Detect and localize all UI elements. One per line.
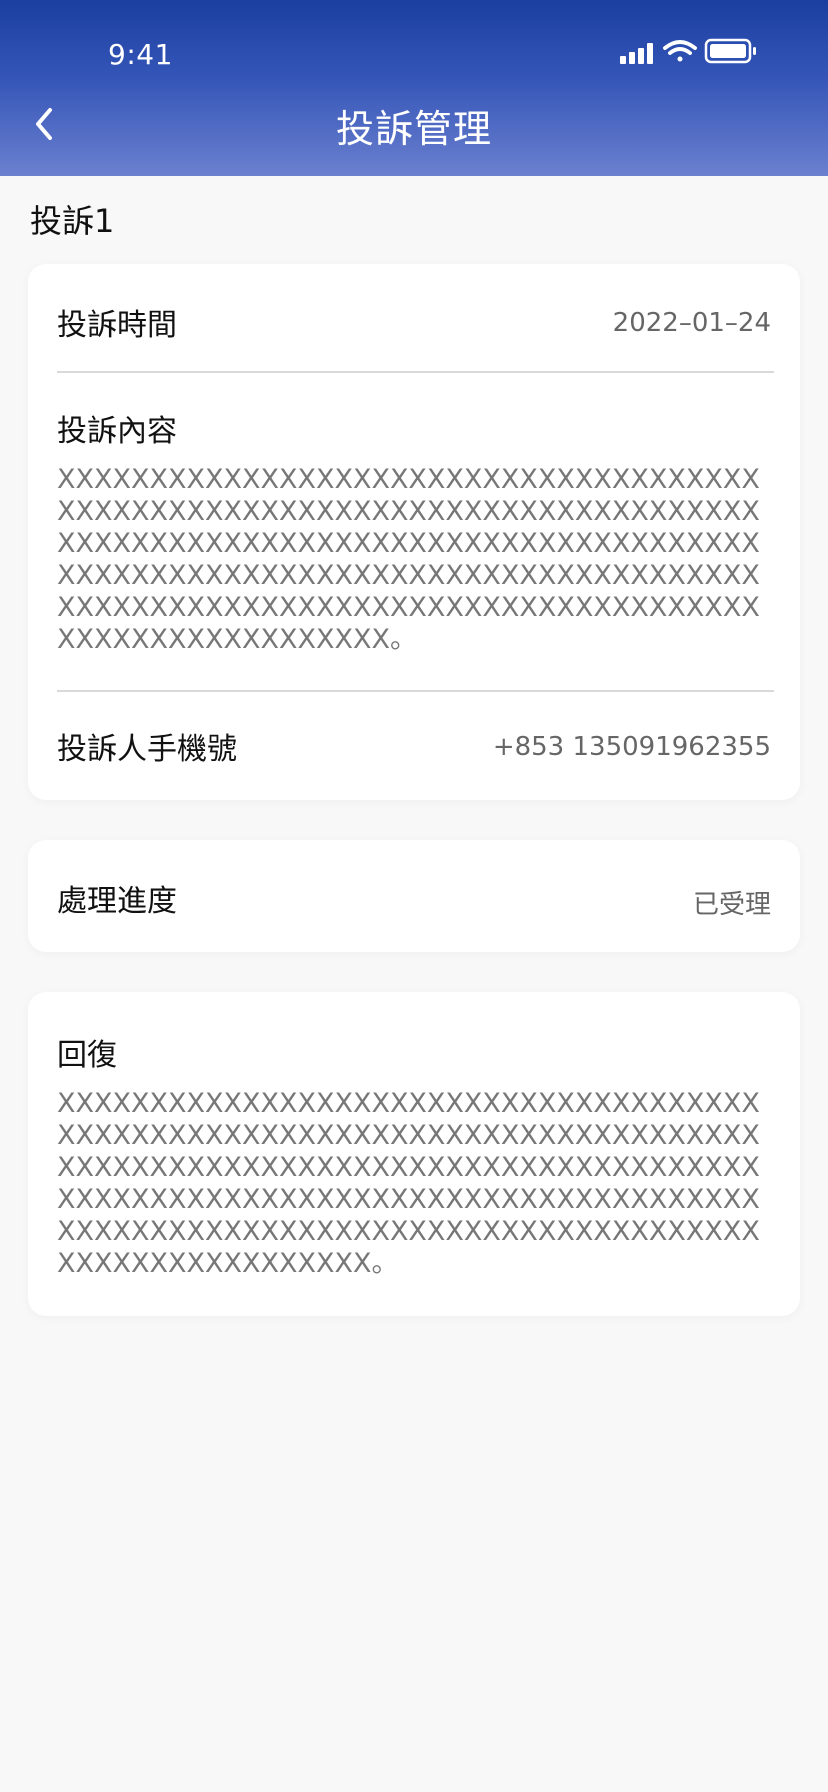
complaint-content-text: XXXXXXXXXXXXXXXXXXXXXXXXXXXXXXXXXXXXXXXX… bbox=[57, 464, 760, 655]
app-header: 9:41 投訴管理 bbox=[0, 0, 828, 176]
wifi-icon bbox=[663, 40, 697, 62]
progress-status-value: 已受理 bbox=[692, 890, 771, 920]
page-title: 投訴管理 bbox=[335, 107, 492, 151]
battery-icon bbox=[704, 38, 756, 64]
complaint-details-card: 投訴時間 2022–01–24 投訴內容 XXXXXXXXXXXXXXXXXXX… bbox=[28, 264, 800, 800]
progress-row: 處理進度 已受理 bbox=[57, 876, 771, 926]
complaint-time-value: 2022–01–24 bbox=[612, 308, 771, 338]
divider bbox=[57, 690, 774, 692]
status-icons bbox=[620, 38, 756, 64]
complaint-phone-row: 投訴人手機號 +853 135091962355 bbox=[57, 724, 771, 780]
complaint-phone-label: 投訴人手機號 bbox=[57, 732, 237, 767]
reply-card: 回復 XXXXXXXXXXXXXXXXXXXXXXXXXXXXXXXXXXXXX… bbox=[28, 992, 800, 1316]
reply-label: 回復 bbox=[57, 1038, 117, 1073]
processing-progress-card: 處理進度 已受理 bbox=[28, 840, 800, 952]
divider bbox=[57, 371, 774, 373]
complaint-content-label: 投訴內容 bbox=[57, 414, 177, 449]
status-time: 9:41 bbox=[108, 38, 173, 71]
complaint-phone-value: +853 135091962355 bbox=[492, 732, 771, 762]
reply-text: XXXXXXXXXXXXXXXXXXXXXXXXXXXXXXXXXXXXXXXX… bbox=[57, 1088, 760, 1279]
cellular-signal-icon bbox=[620, 43, 653, 64]
reply-row: 回復 bbox=[57, 1030, 771, 1073]
complaint-time-row: 投訴時間 2022–01–24 bbox=[57, 300, 771, 356]
progress-label: 處理進度 bbox=[57, 884, 177, 919]
complaint-content-row: 投訴內容 bbox=[57, 406, 771, 449]
complaint-time-label: 投訴時間 bbox=[57, 308, 177, 343]
complaint-section-title: 投訴1 bbox=[30, 202, 115, 240]
